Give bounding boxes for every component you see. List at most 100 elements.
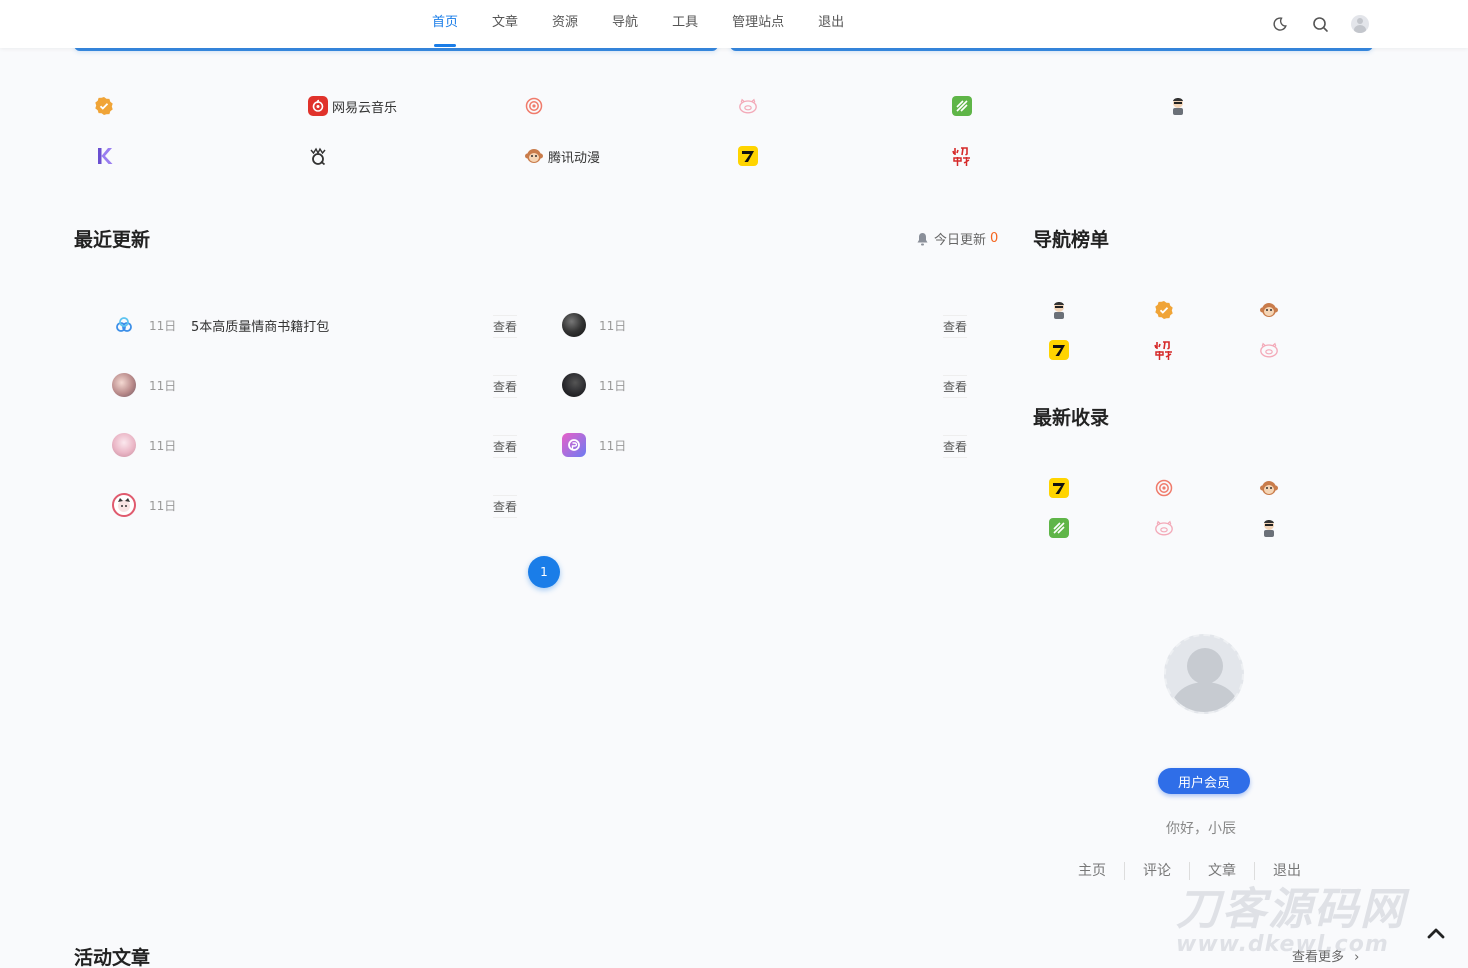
recent-date: 11日 xyxy=(149,378,177,393)
site-link[interactable] xyxy=(738,90,762,122)
nav-item-home[interactable]: 首页 xyxy=(422,0,468,48)
view-button[interactable]: 查看 xyxy=(493,375,518,398)
nav-item-logout[interactable]: 退出 xyxy=(808,0,854,48)
view-button[interactable]: 查看 xyxy=(493,315,518,338)
pig-icon[interactable] xyxy=(1154,518,1174,538)
user-avatar-button[interactable] xyxy=(1348,12,1372,36)
bell-icon xyxy=(916,232,929,246)
top-navbar: 首页 文章 资源 导航 工具 管理站点 退出 xyxy=(0,0,1468,48)
active-articles-title: 活动文章 xyxy=(74,947,151,968)
nav-item-articles[interactable]: 文章 xyxy=(482,0,528,48)
nav-item-resources[interactable]: 资源 xyxy=(542,0,588,48)
today-update-count: 0 xyxy=(990,231,999,246)
green-leaf-icon xyxy=(952,96,972,116)
baidu-cloud-thumb xyxy=(112,313,136,337)
recent-date: 11日 xyxy=(149,498,177,513)
nav-tools xyxy=(1252,12,1372,36)
site-link[interactable] xyxy=(524,90,548,122)
site-link[interactable] xyxy=(952,90,976,122)
view-more-link[interactable]: 查看更多 › xyxy=(1292,946,1359,965)
nav-item-admin[interactable]: 管理站点 xyxy=(722,0,794,48)
dark-photo-thumb xyxy=(562,313,586,337)
target-icon xyxy=(524,96,544,116)
site-watermark: 刀客源码网 www.dkewl.com xyxy=(1176,884,1406,957)
search-icon[interactable] xyxy=(1308,12,1332,36)
pig-icon xyxy=(738,96,758,116)
site-link[interactable] xyxy=(94,90,118,122)
today-update-info: 今日更新 0 xyxy=(916,229,998,248)
pig-icon[interactable] xyxy=(1259,340,1279,360)
site-link[interactable]: 腾讯动漫 xyxy=(524,140,600,172)
view-button[interactable]: 查看 xyxy=(943,435,968,458)
list-item[interactable]: 11日 xyxy=(562,430,641,460)
user-link-comments[interactable]: 评论 xyxy=(1125,862,1190,880)
recent-date: 11日 xyxy=(149,438,177,453)
list-item[interactable]: 11日 xyxy=(112,490,191,520)
nav-rank-title: 导航榜单 xyxy=(1033,229,1110,251)
avatar-body xyxy=(1172,682,1238,712)
site-link[interactable] xyxy=(738,140,762,172)
recent-date: 11日 xyxy=(149,318,177,333)
list-item[interactable]: 11日 xyxy=(562,370,641,400)
user-greeting: 你好，小辰 xyxy=(1166,821,1236,837)
netease-music-icon xyxy=(308,96,328,116)
cartoon-man-icon[interactable] xyxy=(1049,300,1069,320)
anime-pink-thumb xyxy=(112,433,136,457)
k-logo-icon xyxy=(94,146,114,166)
monkey-icon[interactable] xyxy=(1259,478,1279,498)
list-item[interactable]: 11日 xyxy=(562,310,641,340)
monkey-icon[interactable] xyxy=(1259,300,1279,320)
nav-item-navigation[interactable]: 导航 xyxy=(602,0,648,48)
view-button[interactable]: 查看 xyxy=(943,315,968,338)
list-item[interactable]: 11日 xyxy=(112,430,191,460)
today-update-label: 今日更新 xyxy=(934,233,987,248)
view-button[interactable]: 查看 xyxy=(493,435,518,458)
user-link-logout[interactable]: 退出 xyxy=(1255,862,1319,880)
recent-date: 11日 xyxy=(599,378,627,393)
view-button[interactable]: 查看 xyxy=(493,495,518,518)
xiaodao-yule-icon xyxy=(952,146,972,166)
monkey-icon xyxy=(524,146,544,166)
list-item[interactable]: 11日 xyxy=(112,370,191,400)
user-link-home[interactable]: 主页 xyxy=(1060,862,1125,880)
site-link[interactable] xyxy=(308,140,332,172)
site-link[interactable]: 网易云音乐 xyxy=(308,90,397,122)
user-link-articles[interactable]: 文章 xyxy=(1190,862,1255,880)
chevron-up-icon xyxy=(1427,928,1445,939)
main-menu: 首页 文章 资源 导航 工具 管理站点 退出 xyxy=(422,0,868,48)
back-to-top-button[interactable] xyxy=(1424,921,1448,945)
list-item[interactable]: 11日 5本高质量情商书籍打包 xyxy=(112,310,329,340)
chevron-right-icon: › xyxy=(1354,950,1360,965)
recent-date: 11日 xyxy=(599,438,627,453)
newest-title: 最新收录 xyxy=(1033,407,1110,429)
q-logo-icon xyxy=(308,146,328,166)
avatar-head xyxy=(1187,648,1223,684)
site-link[interactable] xyxy=(952,140,976,172)
anime-girl-thumb xyxy=(112,373,136,397)
dark-figure-thumb xyxy=(562,373,586,397)
member-button[interactable]: 用户会员 xyxy=(1158,768,1250,794)
purple-app-thumb xyxy=(562,433,586,457)
recent-date: 11日 xyxy=(599,318,627,333)
seven-cat-icon xyxy=(738,146,758,166)
site-link[interactable] xyxy=(94,140,118,172)
seven-cat-icon[interactable] xyxy=(1049,478,1069,498)
pagination-page-1[interactable]: 1 xyxy=(528,556,560,588)
moon-icon[interactable] xyxy=(1268,12,1292,36)
cartoon-man-icon xyxy=(1168,96,1188,116)
anime-cat-thumb xyxy=(112,493,136,517)
seven-cat-icon[interactable] xyxy=(1049,340,1069,360)
avatar xyxy=(1351,15,1369,33)
user-links: 主页 评论 文章 退出 xyxy=(1060,862,1319,880)
verified-badge-icon[interactable] xyxy=(1154,300,1174,320)
target-icon[interactable] xyxy=(1154,478,1174,498)
view-button[interactable]: 查看 xyxy=(943,375,968,398)
cartoon-man-icon[interactable] xyxy=(1259,518,1279,538)
user-avatar[interactable] xyxy=(1164,634,1244,714)
nav-item-tools[interactable]: 工具 xyxy=(662,0,708,48)
xiaodao-yule-icon[interactable] xyxy=(1154,340,1174,360)
verified-badge-icon xyxy=(94,96,114,116)
green-leaf-icon[interactable] xyxy=(1049,518,1069,538)
recent-updates-title: 最近更新 xyxy=(74,229,151,251)
site-link[interactable] xyxy=(1168,90,1192,122)
